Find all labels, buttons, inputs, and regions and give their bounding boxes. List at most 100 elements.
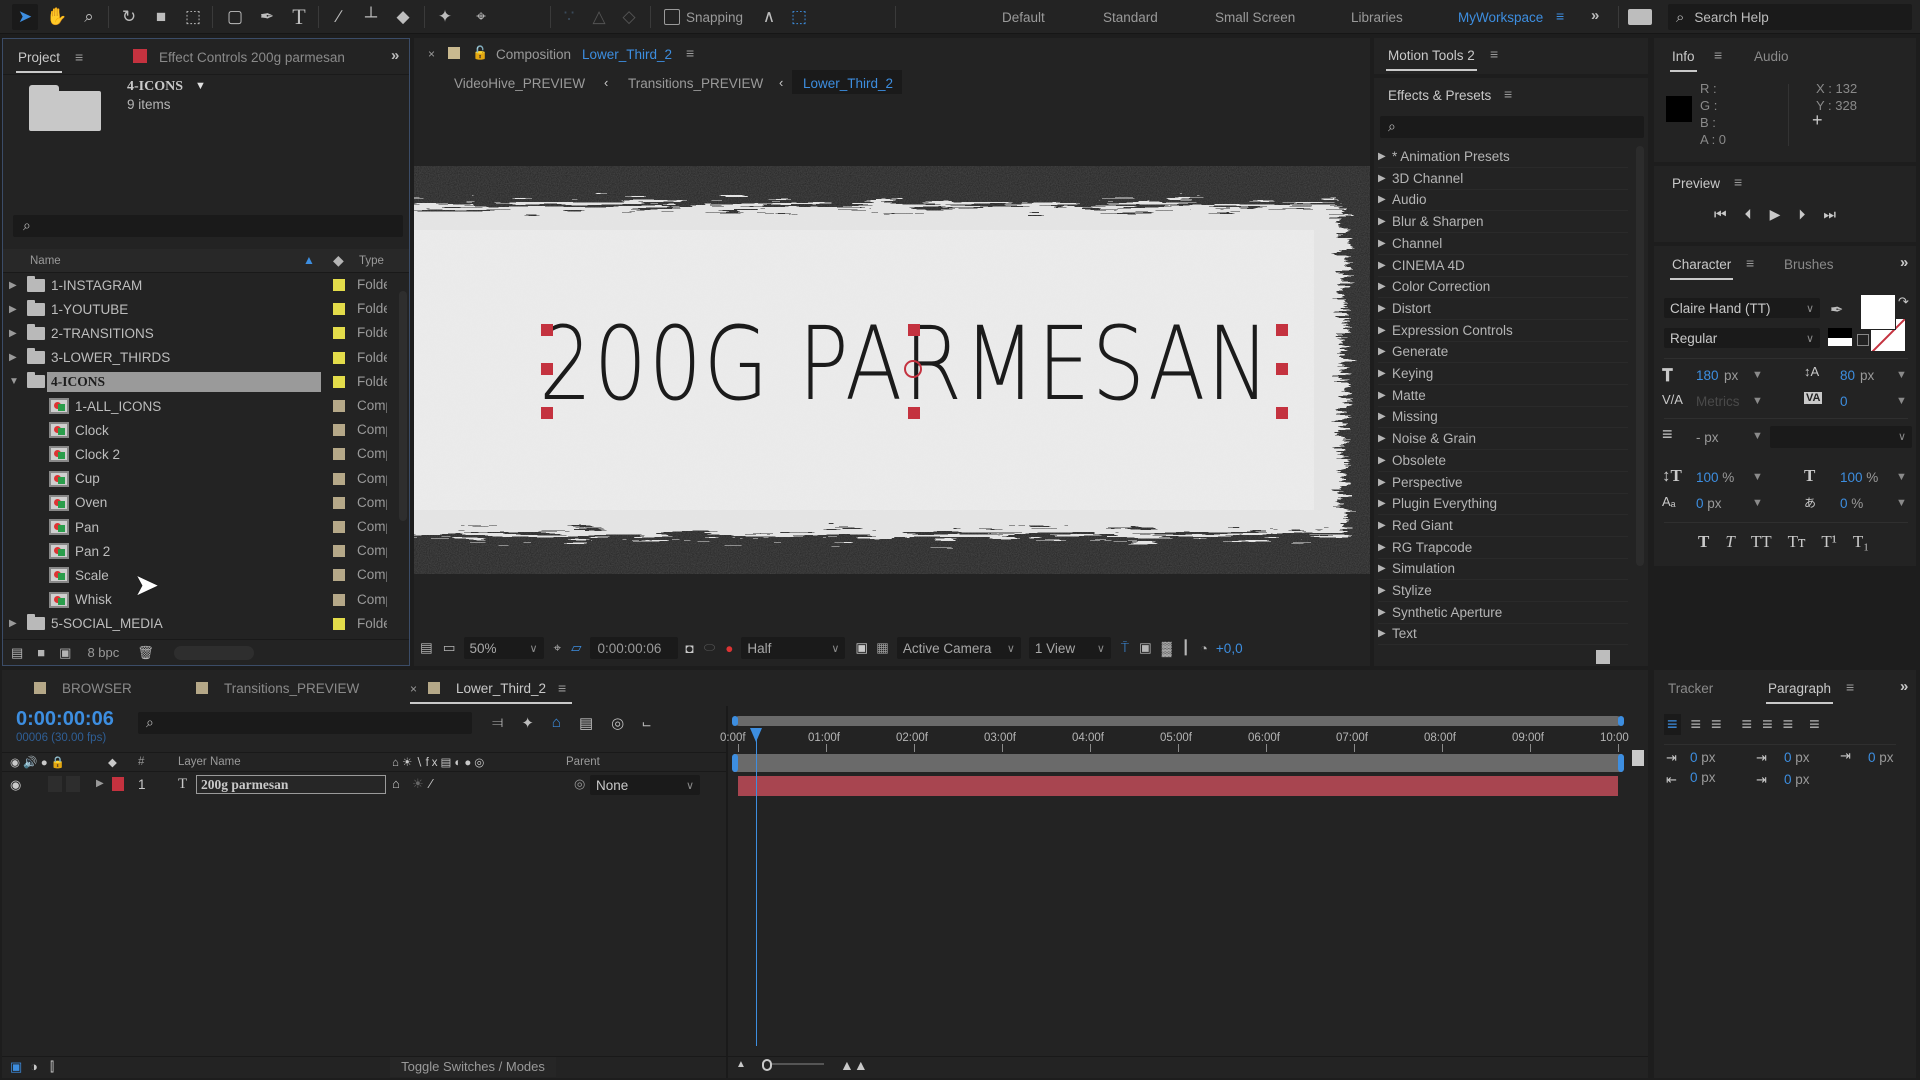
breadcrumb-item[interactable]: VideoHive_PREVIEW	[454, 76, 585, 91]
project-scrollbar-thumb[interactable]	[399, 291, 407, 521]
pan-behind-tool-icon[interactable]: ⬚	[180, 4, 206, 30]
tracking-value[interactable]: 0	[1840, 394, 1848, 409]
effects-category-item[interactable]: ▶ Missing	[1378, 406, 1628, 429]
kerning-dropdown-icon[interactable]: ▼	[1752, 395, 1763, 407]
camera-tool-icon[interactable]: ■	[148, 4, 174, 30]
comp-menu-icon[interactable]: ≡	[686, 45, 694, 61]
col-type[interactable]: Type	[359, 255, 384, 267]
motion-tools-menu-icon[interactable]: ≡	[1490, 46, 1498, 62]
view-layout-dropdown[interactable]: 1 View ∨	[1028, 637, 1111, 659]
col-name[interactable]: Name	[30, 255, 61, 267]
fill-color-swatch[interactable]	[1860, 294, 1896, 330]
leading-value[interactable]: 80	[1840, 368, 1855, 383]
clone-stamp-tool-icon[interactable]: ┴	[358, 4, 384, 30]
workspace-standard[interactable]: Standard	[1103, 10, 1158, 25]
layer-quality-switch-icon[interactable]: ∕	[430, 776, 432, 791]
expand-category-icon[interactable]: ▶	[1378, 498, 1390, 509]
transform-handle[interactable]	[908, 324, 920, 336]
composition-viewer[interactable]: 200G PARMESAN	[414, 110, 1370, 630]
tsume-dropdown-icon[interactable]: ▼	[1896, 497, 1907, 509]
tab-effect-controls[interactable]: Effect Controls 200g parmesan	[159, 50, 345, 65]
previous-frame-icon[interactable]: ⏴	[1745, 206, 1752, 223]
project-folder-row-selected[interactable]: ▼ 4-ICONS Folder	[9, 370, 409, 394]
type-tool-icon[interactable]: T	[286, 4, 312, 30]
col-layer-name[interactable]: Layer Name	[178, 756, 241, 768]
effects-menu-icon[interactable]: ≡	[1504, 86, 1512, 102]
space-after-field[interactable]: 0 px	[1784, 772, 1810, 787]
new-folder-icon[interactable]: ■	[37, 645, 45, 660]
justify-last-left-button[interactable]: ≡	[1742, 714, 1753, 735]
workspace-menu-icon[interactable]: ≡	[1556, 8, 1564, 24]
transform-handle[interactable]	[541, 407, 553, 419]
layer-switches-pane-icon[interactable]: ▣	[10, 1059, 22, 1075]
lock-switch[interactable]	[66, 776, 80, 792]
project-comp-row[interactable]: Cup Composition	[9, 467, 409, 491]
draft-3d-icon[interactable]: ✦	[521, 714, 534, 732]
reset-exposure-icon[interactable]: ◔	[1200, 641, 1208, 656]
transform-handle[interactable]	[1276, 324, 1288, 336]
timeline-current-time[interactable]: 0:00:00:06	[16, 708, 114, 731]
fast-previews-icon[interactable]: ▣	[1139, 640, 1152, 656]
indent-right-field[interactable]: 0 px	[1690, 770, 1716, 785]
label-color-swatch[interactable]	[333, 521, 345, 533]
tab-audio[interactable]: Audio	[1754, 49, 1789, 64]
project-comp-row[interactable]: Pan 2 Composition	[9, 539, 409, 563]
expand-folder-icon[interactable]: ▶	[9, 618, 21, 629]
project-comp-row[interactable]: Pan Composition	[9, 515, 409, 539]
project-comp-row[interactable]: Scale Composition	[9, 563, 409, 587]
snap-edge-icon[interactable]: ∧	[756, 4, 782, 30]
transform-handle[interactable]	[1276, 407, 1288, 419]
pen-tool-icon[interactable]: ✒	[254, 4, 280, 30]
vertical-scale-dropdown-icon[interactable]: ▼	[1752, 471, 1763, 483]
expand-category-icon[interactable]: ▶	[1378, 542, 1390, 553]
leading-dropdown-icon[interactable]: ▼	[1896, 369, 1907, 381]
always-preview-icon[interactable]: ▤	[420, 640, 433, 656]
expand-category-icon[interactable]: ▶	[1378, 628, 1390, 639]
panel-overflow-icon[interactable]: »	[1900, 254, 1908, 271]
timeline-zoom-thumb[interactable]	[762, 1059, 772, 1071]
expand-category-icon[interactable]: ▶	[1378, 433, 1390, 444]
horizontal-scale-dropdown-icon[interactable]: ▼	[1896, 471, 1907, 483]
small-caps-button[interactable]: Tт	[1788, 532, 1806, 552]
pick-whip-icon[interactable]: ◎	[574, 776, 585, 792]
effects-category-item[interactable]: ▶ Matte	[1378, 385, 1628, 407]
effects-title[interactable]: Effects & Presets	[1388, 88, 1491, 103]
effects-scrollbar[interactable]	[1636, 146, 1644, 566]
swap-colors-icon[interactable]: ↷	[1898, 294, 1909, 310]
playhead-indicator[interactable]	[749, 728, 762, 1046]
stroke-width-value[interactable]: - px	[1696, 430, 1719, 445]
effects-category-item[interactable]: ▶ RG Trapcode	[1378, 537, 1628, 559]
black-white-swatch[interactable]	[1828, 328, 1852, 346]
preview-menu-icon[interactable]: ≡	[1734, 174, 1742, 190]
expand-category-icon[interactable]: ▶	[1378, 477, 1390, 488]
justify-last-center-button[interactable]: ≡	[1762, 714, 1773, 735]
workspace-default[interactable]: Default	[1002, 10, 1045, 25]
more-workspaces-icon[interactable]: »	[1591, 7, 1599, 24]
effects-category-item[interactable]: ▶ Distort	[1378, 298, 1628, 320]
project-folder-row[interactable]: ▶ 3-LOWER_THIRDS Folder	[9, 346, 409, 370]
snap-feature-icon[interactable]: ⬚	[786, 4, 812, 30]
in-out-pane-icon[interactable]: ⫿	[50, 1059, 54, 1075]
project-comp-row[interactable]: Clock Composition	[9, 418, 409, 442]
navigator-end-handle[interactable]	[1618, 716, 1624, 726]
tab-info[interactable]: Info	[1670, 49, 1697, 72]
effects-category-item[interactable]: ▶ * Animation Presets	[1378, 146, 1628, 168]
zoom-in-icon[interactable]: ▲▲	[840, 1057, 868, 1073]
exposure-value[interactable]: +0,0	[1216, 641, 1243, 656]
monitor-icon[interactable]: ▭	[443, 640, 456, 656]
label-color-swatch[interactable]	[333, 424, 345, 437]
hand-tool-icon[interactable]: ✋	[44, 4, 70, 30]
baseline-shift-dropdown-icon[interactable]: ▼	[1752, 497, 1763, 509]
character-menu-icon[interactable]: ≡	[1746, 255, 1754, 271]
project-folder-row[interactable]: ▶ 5-SOCIAL_MEDIA Folder	[9, 612, 409, 633]
font-size-value[interactable]: 180	[1696, 368, 1719, 383]
tab-paragraph[interactable]: Paragraph	[1765, 681, 1834, 704]
effects-category-item[interactable]: ▶ Stylize	[1378, 580, 1628, 602]
channels-icon[interactable]: ●	[725, 641, 733, 656]
workspace-libraries[interactable]: Libraries	[1351, 10, 1403, 25]
expand-category-icon[interactable]: ▶	[1378, 325, 1390, 336]
expand-category-icon[interactable]: ▶	[1378, 411, 1390, 422]
camera-view-dropdown[interactable]: Active Camera ∨	[896, 637, 1021, 659]
tab-character[interactable]: Character	[1669, 257, 1734, 280]
project-comp-row[interactable]: Oven Composition	[9, 491, 409, 515]
